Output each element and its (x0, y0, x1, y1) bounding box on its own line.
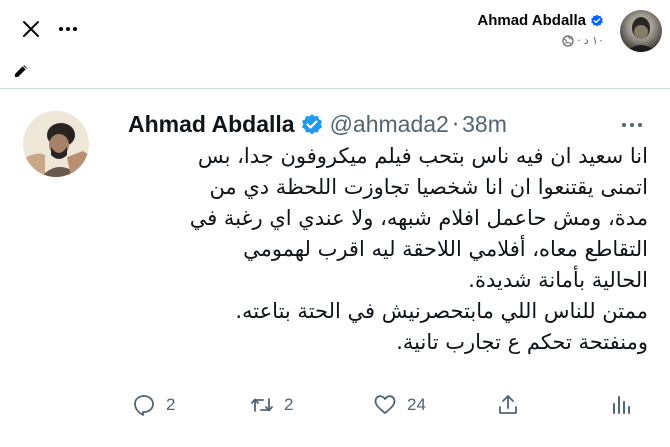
tweet-text-line: الحالية بأمانة شديدة. (468, 268, 648, 292)
tweet-text: انا سعيد ان فيه ناس بتحب فيلم ميكروفون ج… (125, 141, 648, 358)
retweet-button[interactable]: 2 (250, 393, 293, 417)
close-icon[interactable] (20, 18, 42, 40)
like-button[interactable]: 24 (373, 393, 426, 417)
like-count: 24 (407, 395, 426, 414)
tweet-text-line: ومنفتحة تحكم ع تجارب تانية. (396, 330, 648, 354)
tweet-avatar[interactable] (23, 111, 89, 177)
reply-button[interactable]: 2 (132, 393, 175, 417)
edit-pen-icon[interactable] (12, 62, 30, 80)
tweet-author-name[interactable]: Ahmad Abdalla (128, 111, 295, 138)
author-name[interactable]: Ahmad Abdalla (477, 12, 604, 29)
tweet-header: Ahmad Abdalla @ahmada2 · 38m (128, 111, 507, 138)
retweet-count: 2 (284, 395, 294, 414)
separator-dot: · (451, 111, 460, 138)
share-icon (499, 395, 517, 414)
verified-badge-icon (301, 113, 322, 134)
more-horizontal-icon[interactable] (618, 117, 646, 133)
reply-count: 2 (166, 395, 176, 414)
tweet-handle[interactable]: @ahmada2 (330, 111, 449, 138)
tweet-card: Ahmad Abdalla @ahmada2 · 38m انا سعيد ان… (0, 88, 670, 447)
globe-icon (562, 34, 574, 47)
like-icon (374, 395, 396, 414)
facebook-post-header: Ahmad Abdalla ١٠ د · (0, 0, 670, 78)
author-name-text: Ahmad Abdalla (477, 12, 586, 29)
share-button[interactable] (496, 393, 520, 417)
tweet-text-line: اتمنى يقتنعوا ان انا شخصيا تجاوزت اللحظة… (209, 175, 648, 199)
retweet-icon (251, 398, 273, 412)
verified-badge-icon (591, 14, 603, 27)
tweet-time[interactable]: 38m (462, 111, 507, 138)
analytics-button[interactable] (609, 393, 633, 417)
tweet-text-line: التقاطع معاه، أفلامي اللاحقة ليه اقرب له… (243, 237, 648, 261)
tweet-actions: 2 2 24 (0, 389, 670, 429)
tweet-text-line: مدة، ومش حاعمل افلام شبهه، ولا عندي اي ر… (189, 206, 648, 230)
post-time[interactable]: ١٠ د (584, 34, 604, 47)
analytics-icon (613, 396, 630, 414)
tweet-text-line: ممتن للناس اللي مابتحصرنيش في الحتة بتاع… (235, 299, 648, 323)
more-horizontal-icon[interactable] (56, 18, 80, 40)
author-avatar[interactable] (620, 10, 662, 52)
post-meta: ١٠ د · (562, 34, 604, 47)
reply-icon (134, 395, 154, 416)
tweet-text-line: انا سعيد ان فيه ناس بتحب فيلم ميكروفون ج… (197, 144, 648, 168)
